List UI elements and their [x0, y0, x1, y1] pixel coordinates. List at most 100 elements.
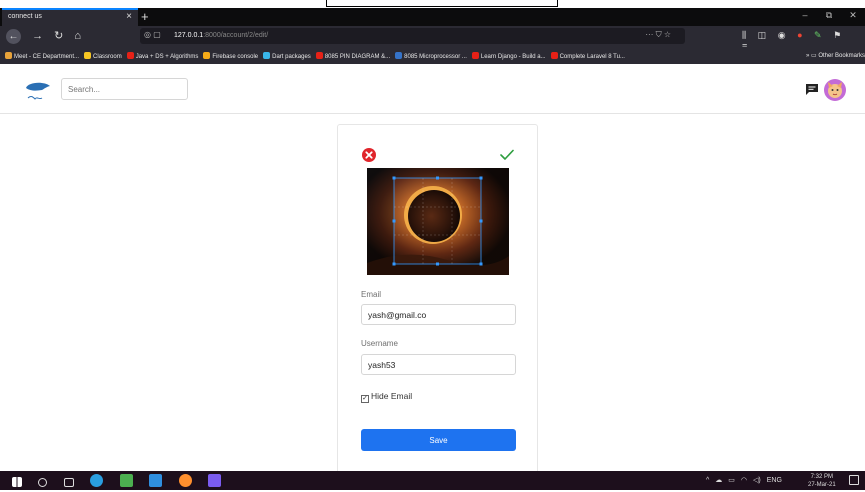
crop-mask-right: [481, 168, 509, 275]
edge-icon[interactable]: [90, 474, 104, 487]
crop-mask-left: [367, 168, 394, 275]
bookmarks-bar: Meet - CE Department... Classroom Java + D…: [0, 47, 865, 64]
chat-icon[interactable]: [805, 83, 819, 96]
bookmark-label: 8085 Microprocessor ...: [404, 54, 467, 60]
url-bar[interactable]: ◎ ▢ 127.0.0.1:8000/account/2/edit/ ··· ⛉…: [140, 28, 685, 44]
extension-icon[interactable]: ✎: [814, 30, 822, 41]
library-icon[interactable]: ⫼: [742, 30, 746, 41]
clock-date: 27-Mar-21: [808, 482, 836, 488]
clock-time: 7:32 PM: [810, 474, 834, 480]
email-field[interactable]: [361, 304, 516, 325]
notification-icon[interactable]: [849, 475, 859, 485]
bookmark-favicon-icon: [263, 52, 271, 59]
crop-mask-bottom: [394, 264, 481, 275]
top-strip: [0, 0, 865, 8]
windows-taskbar: ^ ☁ ▭ ◠ ◁) ENG 7:32 PM 27-Mar-21: [0, 471, 865, 490]
home-icon[interactable]: ⌂: [74, 30, 81, 42]
profile-image-cropper[interactable]: [367, 168, 509, 275]
bookmark-label: 8085 PIN DIAGRAM &...: [324, 54, 391, 60]
url-host: 127.0.0.1: [174, 32, 204, 39]
window-close-icon[interactable]: ✕: [841, 10, 865, 21]
maximize-icon[interactable]: ⧉: [817, 10, 841, 21]
bookmark-favicon-icon: [315, 52, 323, 59]
eclipse-planet: [408, 190, 460, 242]
bookmark-item[interactable]: 8085 Microprocessor ...: [395, 52, 467, 60]
bookmark-favicon-icon: [471, 52, 479, 59]
email-label: Email: [361, 290, 382, 299]
crop-handle[interactable]: [436, 262, 439, 266]
crop-handle[interactable]: [479, 176, 483, 180]
sidebar-icon[interactable]: ◫: [758, 30, 767, 41]
wifi-icon[interactable]: ◠: [741, 477, 747, 484]
cancel-icon[interactable]: [362, 148, 376, 162]
bookmark-favicon-icon: [5, 52, 12, 59]
extension-icon[interactable]: ⚑: [833, 30, 841, 41]
battery-icon[interactable]: ▭: [728, 477, 735, 484]
language-indicator[interactable]: ENG: [767, 477, 782, 484]
extension-icon[interactable]: ●: [797, 30, 802, 40]
crop-handle[interactable]: [392, 176, 396, 180]
url-path: :8000/account/2/edit/: [203, 32, 269, 39]
search-icon[interactable]: [38, 478, 48, 487]
tab-title: connect us: [8, 13, 42, 20]
crop-handle[interactable]: [392, 262, 396, 266]
crop-handle[interactable]: [479, 219, 483, 223]
page-actions-icon[interactable]: ··· ⛉ ☆: [645, 30, 671, 40]
browser-tab-bar: connect us × + – ⧉ ✕: [0, 8, 865, 26]
bookmark-label: Learn Django - Build a...: [480, 54, 546, 60]
file-explorer-icon[interactable]: [119, 474, 133, 487]
bookmark-item[interactable]: Dart packages: [263, 52, 311, 60]
search-input[interactable]: [61, 78, 188, 100]
username-field[interactable]: [361, 354, 516, 375]
bookmark-favicon-icon: [84, 52, 92, 59]
bookmark-item[interactable]: Complete Laravel 8 Tu...: [550, 52, 625, 60]
task-view-icon[interactable]: [63, 478, 74, 487]
avatar[interactable]: [824, 79, 846, 101]
minimize-icon[interactable]: –: [793, 10, 817, 20]
site-header: [0, 64, 865, 114]
app-icon[interactable]: [208, 474, 222, 487]
bookmark-item[interactable]: Firebase console: [203, 52, 258, 60]
top-frame: [326, 0, 558, 7]
tab-close-icon[interactable]: ×: [126, 11, 132, 22]
volume-icon[interactable]: ◁): [753, 477, 761, 484]
bookmark-favicon-icon: [203, 52, 211, 59]
browser-tab[interactable]: connect us ×: [2, 8, 138, 26]
new-tab-icon[interactable]: +: [141, 9, 149, 24]
browser-nav-bar: ← → ↻ ⌂ ◎ ▢ 127.0.0.1:8000/account/2/edi…: [0, 26, 865, 51]
account-icon[interactable]: ◉: [778, 30, 786, 41]
back-arrow-icon[interactable]: ←: [6, 29, 21, 44]
bookmark-item[interactable]: Meet - CE Department...: [5, 52, 79, 60]
other-bookmarks-label: Other Bookmarks: [818, 53, 865, 59]
hide-email-label: Hide Email: [371, 391, 413, 401]
tray-up-icon[interactable]: ^: [706, 477, 709, 484]
bookmark-item[interactable]: Learn Django - Build a...: [471, 52, 546, 60]
bookmark-label: Firebase console: [212, 54, 259, 60]
crop-handle[interactable]: [392, 219, 396, 223]
cloud-icon[interactable]: ☁: [715, 477, 722, 484]
logo-icon[interactable]: [22, 78, 54, 104]
crop-handle[interactable]: [479, 262, 483, 266]
bookmark-item[interactable]: Classroom: [84, 52, 122, 60]
save-button[interactable]: Save: [361, 429, 516, 451]
vscode-icon[interactable]: [149, 474, 163, 487]
other-bookmarks[interactable]: » ▭ Other Bookmarks: [801, 52, 865, 59]
clock[interactable]: 7:32 PM 27-Mar-21: [808, 473, 836, 489]
bookmark-item[interactable]: 8085 PIN DIAGRAM &...: [315, 52, 391, 60]
windows-start-icon[interactable]: [12, 477, 22, 487]
edit-account-card: Email Username ✓Hide Email Save: [337, 124, 538, 474]
crop-handle[interactable]: [436, 176, 439, 180]
firefox-icon[interactable]: [178, 474, 192, 487]
bookmark-label: Complete Laravel 8 Tu...: [559, 54, 625, 60]
bookmark-favicon-icon: [126, 52, 134, 59]
reload-icon[interactable]: ↻: [54, 29, 63, 42]
bookmark-label: Meet - CE Department...: [14, 54, 80, 60]
hide-email-checkbox[interactable]: ✓: [361, 395, 369, 403]
forward-arrow-icon[interactable]: →: [32, 30, 43, 42]
bookmark-label: Java + DS + Algorithms: [135, 54, 199, 60]
hide-email-row: ✓ Hide Email: [361, 391, 412, 403]
page-content: Email Username ✓Hide Email Save: [0, 64, 865, 474]
bookmark-item[interactable]: Java + DS + Algorithms: [126, 52, 199, 60]
confirm-check-icon[interactable]: [500, 149, 514, 161]
bookmark-label: Classroom: [93, 54, 122, 60]
